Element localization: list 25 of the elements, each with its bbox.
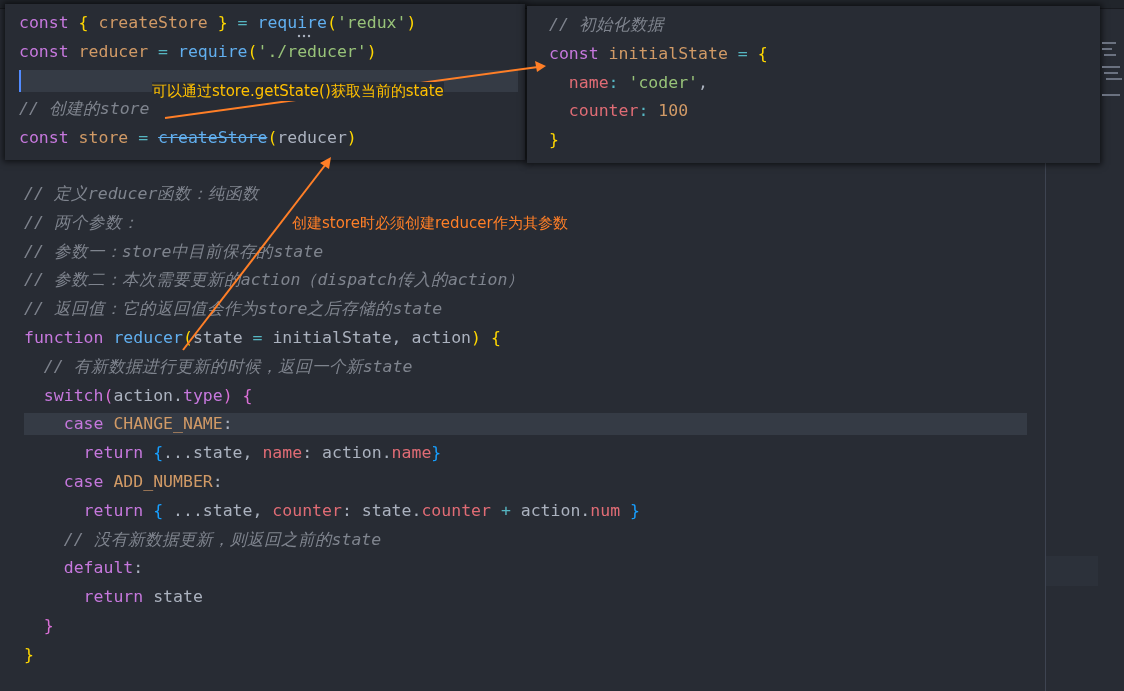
code-line: } [24,643,34,666]
code-line: // 定义reducer函数：纯函数 [24,183,260,205]
code-line: name: 'coder', [567,71,708,94]
code-line: // 初始化数据 [549,14,664,36]
code-line: counter: 100 [567,100,689,123]
code-line: return { ...state, counter: state.counter + action.num } [82,499,640,522]
code-line: // 有新数据进行更新的时候，返回一个新state [42,355,413,378]
annotation-text: 创建store时必须创建reducer作为其参数 [292,214,568,233]
annotation-text: 可以通过store.getState()获取当前的state [152,82,444,101]
code-line: const initialState = { [549,42,768,65]
code-line: // 没有新数据更新，则返回之前的state [62,528,382,551]
line-highlight [1046,556,1098,586]
code-line: } [42,614,54,637]
code-line: // 两个参数： [24,211,139,234]
code-line: return {...state, name: action.name} [82,442,442,465]
code-line: const reducer = require('./reducer') [19,40,377,63]
hint-dots-icon [297,34,311,38]
code-line: const { createStore } = require('redux') [19,12,417,34]
code-line: const store = createStore(reducer) [19,127,357,150]
code-line: } [549,129,559,152]
code-line: return state [82,586,203,609]
code-line: switch(action.type) { [42,384,253,407]
code-line: default: [62,557,144,580]
code-line: // 创建的store [19,98,150,121]
code-line: case ADD_NUMBER: [62,470,223,493]
